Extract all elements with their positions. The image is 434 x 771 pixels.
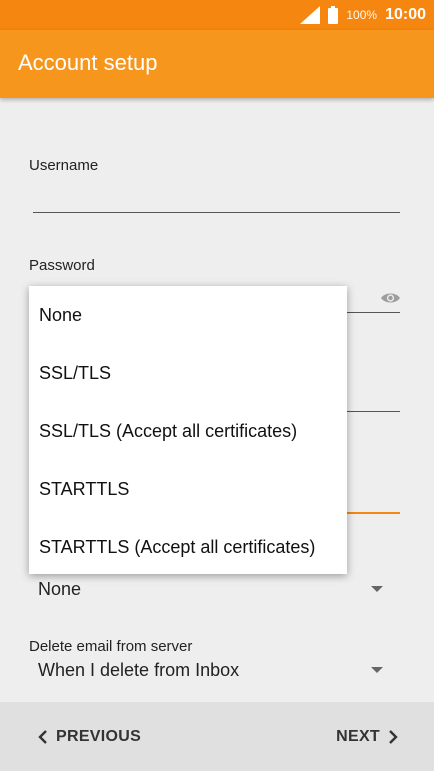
option-ssl-tls-accept-all[interactable]: SSL/TLS (Accept all certificates) xyxy=(29,402,347,460)
delete-email-select[interactable]: When I delete from Inbox xyxy=(38,657,388,685)
previous-label: PREVIOUS xyxy=(56,728,142,745)
delete-email-value: When I delete from Inbox xyxy=(38,660,240,680)
dropdown-arrow-icon xyxy=(371,667,383,673)
option-label: STARTTLS xyxy=(39,479,130,499)
previous-button[interactable]: PREVIOUS xyxy=(38,724,141,750)
option-starttls[interactable]: STARTTLS xyxy=(29,460,347,518)
password-label: Password xyxy=(29,257,95,274)
security-type-select[interactable]: None xyxy=(38,576,388,604)
bottom-nav-bar: PREVIOUS NEXT xyxy=(0,702,434,771)
account-setup-screen: 100% 10:00 Account setup Username Passwo… xyxy=(0,0,434,771)
username-label: Username xyxy=(29,157,99,174)
security-type-value: None xyxy=(38,579,82,599)
app-bar: Account setup xyxy=(0,30,434,98)
dropdown-arrow-icon xyxy=(371,586,383,592)
option-label: STARTTLS (Accept all certificates) xyxy=(39,537,316,557)
chevron-left-icon xyxy=(38,730,47,744)
option-label: SSL/TLS (Accept all certificates) xyxy=(39,421,298,441)
option-none[interactable]: None xyxy=(29,286,347,344)
option-ssl-tls[interactable]: SSL/TLS xyxy=(29,344,347,402)
option-label: SSL/TLS xyxy=(39,363,112,383)
username-field[interactable] xyxy=(33,212,400,213)
chevron-right-icon xyxy=(389,730,398,744)
option-label: None xyxy=(39,305,83,325)
cell-signal-icon xyxy=(300,6,321,24)
battery-icon xyxy=(328,6,339,24)
next-button[interactable]: NEXT xyxy=(336,724,398,750)
page-title: Account setup xyxy=(18,50,158,75)
option-starttls-accept-all[interactable]: STARTTLS (Accept all certificates) xyxy=(29,518,347,576)
status-time: 10:00 xyxy=(385,6,426,23)
next-label: NEXT xyxy=(336,728,380,745)
status-icons: 100% 10:00 xyxy=(300,0,426,30)
delete-email-label: Delete email from server xyxy=(29,638,193,655)
eye-icon[interactable] xyxy=(380,291,401,305)
status-bar: 100% 10:00 xyxy=(0,0,434,30)
battery-percent: 100% xyxy=(346,8,378,22)
security-type-popup: None SSL/TLS SSL/TLS (Accept all certifi… xyxy=(29,286,347,574)
